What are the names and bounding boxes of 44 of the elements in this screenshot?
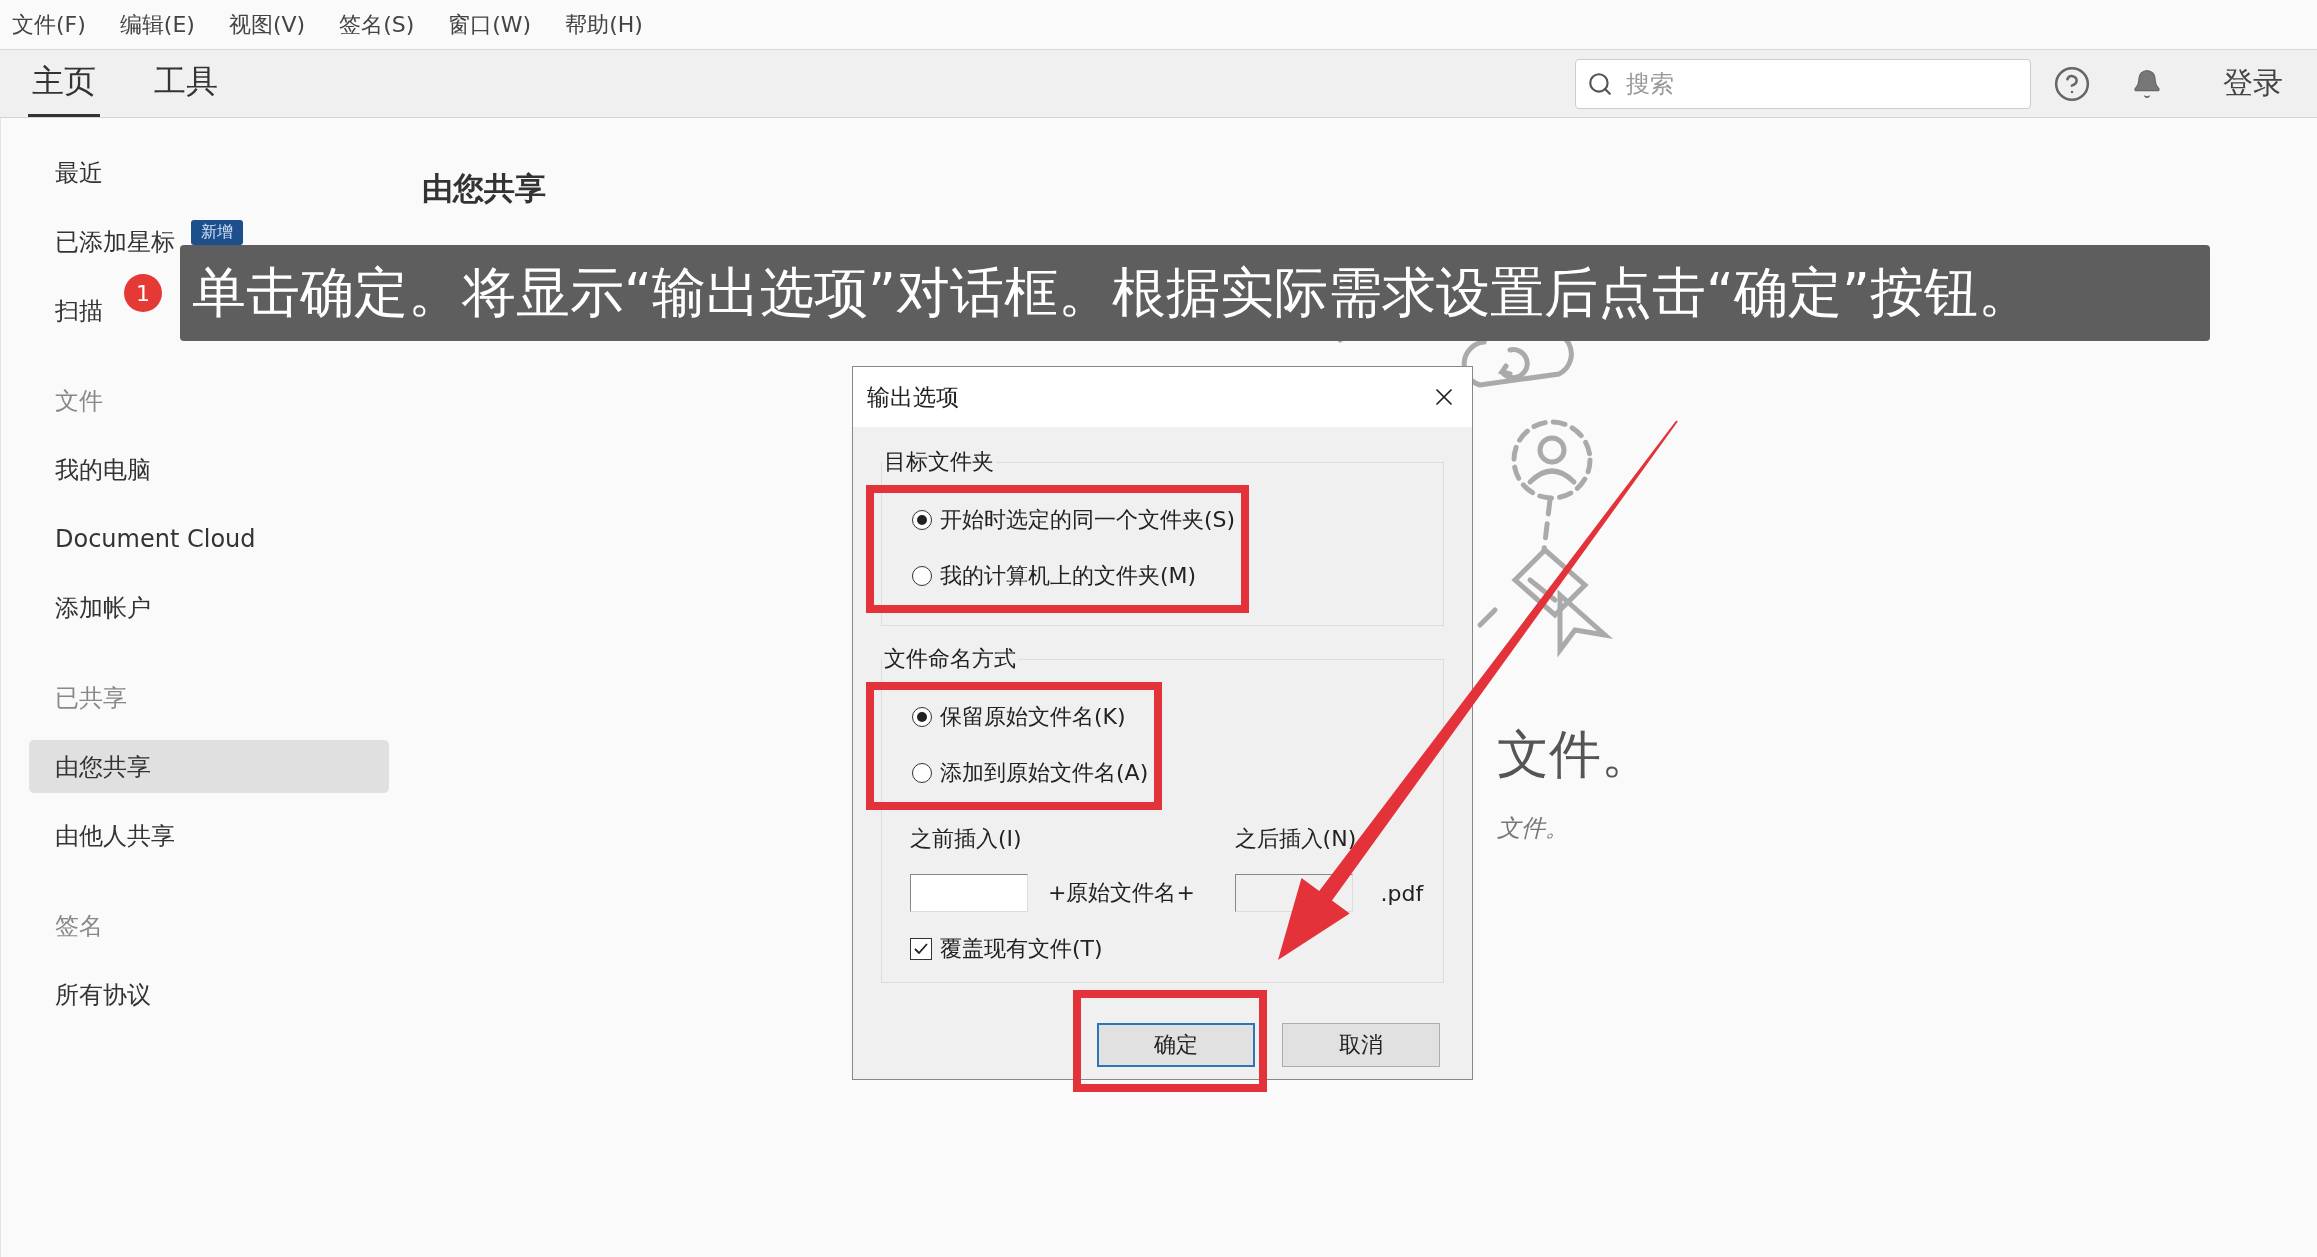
sign-in-button[interactable]: 登录: [2217, 62, 2289, 105]
ok-button[interactable]: 确定: [1097, 1023, 1255, 1067]
radio-option[interactable]: 添加到原始文件名(A): [912, 758, 1149, 788]
new-badge: 新增: [191, 220, 243, 245]
bell-icon[interactable]: [2131, 67, 2163, 100]
sidebar-section-label: 文件: [55, 385, 103, 417]
sidebar-item[interactable]: 我的电脑: [29, 443, 389, 496]
menu-item[interactable]: 窗口(W): [448, 9, 532, 40]
menu-item[interactable]: 签名(S): [339, 9, 415, 40]
field-label: 之前插入(I): [910, 825, 1023, 853]
filename-text: +原始文件名+: [1048, 879, 1196, 907]
prefix-input-field[interactable]: [910, 874, 1028, 912]
sidebar-section-label: 签名: [55, 910, 103, 942]
radio-option[interactable]: 我的计算机上的文件夹(M): [912, 561, 1236, 591]
sidebar-item[interactable]: 最近: [29, 146, 389, 199]
step-badge-tooltip: 1: [124, 274, 162, 312]
sidebar-item[interactable]: Document Cloud: [29, 512, 389, 565]
caption-tooltip: 单击确定。将显示“输出选项”对话框。根据实际需求设置后点击“确定”按钮。: [180, 245, 2210, 341]
sidebar-item[interactable]: 由他人共享: [29, 809, 389, 862]
sidebar-item[interactable]: 添加帐户: [29, 581, 389, 634]
page-heading: 由您共享: [422, 169, 547, 208]
sidebar-item[interactable]: 由您共享: [29, 740, 389, 793]
help-icon[interactable]: [2053, 64, 2091, 103]
nav-tab[interactable]: 工具: [150, 50, 222, 117]
cancel-button[interactable]: 取消: [1282, 1023, 1440, 1067]
group-title: 文件命名方式: [883, 645, 1017, 673]
search-field[interactable]: 搜索: [1575, 58, 2031, 109]
field-label: 之后插入(N): [1234, 825, 1358, 853]
empty-state-title: 文件。: [1497, 723, 1654, 786]
menu-item[interactable]: 文件(F): [12, 9, 86, 40]
menu-item[interactable]: 帮助(H): [565, 9, 643, 40]
overwrite-checkbox[interactable]: 覆盖现有文件(T): [882, 912, 1443, 970]
extension-text: .pdf: [1380, 880, 1425, 906]
search-icon: [1587, 70, 1613, 97]
sidebar-item[interactable]: 所有协议: [29, 968, 389, 1021]
nav-tab[interactable]: 主页: [28, 50, 100, 117]
menu-item[interactable]: 视图(V): [228, 9, 306, 40]
dialog-title: 输出选项: [867, 382, 959, 412]
empty-state-hint: 文件。: [1497, 813, 1570, 844]
sidebar-section-label: 已共享: [55, 682, 127, 714]
radio-option[interactable]: 保留原始文件名(K): [912, 702, 1149, 732]
menu-item[interactable]: 编辑(E): [119, 9, 195, 40]
group-title: 目标文件夹: [883, 448, 995, 476]
radio-option[interactable]: 开始时选定的同一个文件夹(S): [912, 505, 1236, 535]
